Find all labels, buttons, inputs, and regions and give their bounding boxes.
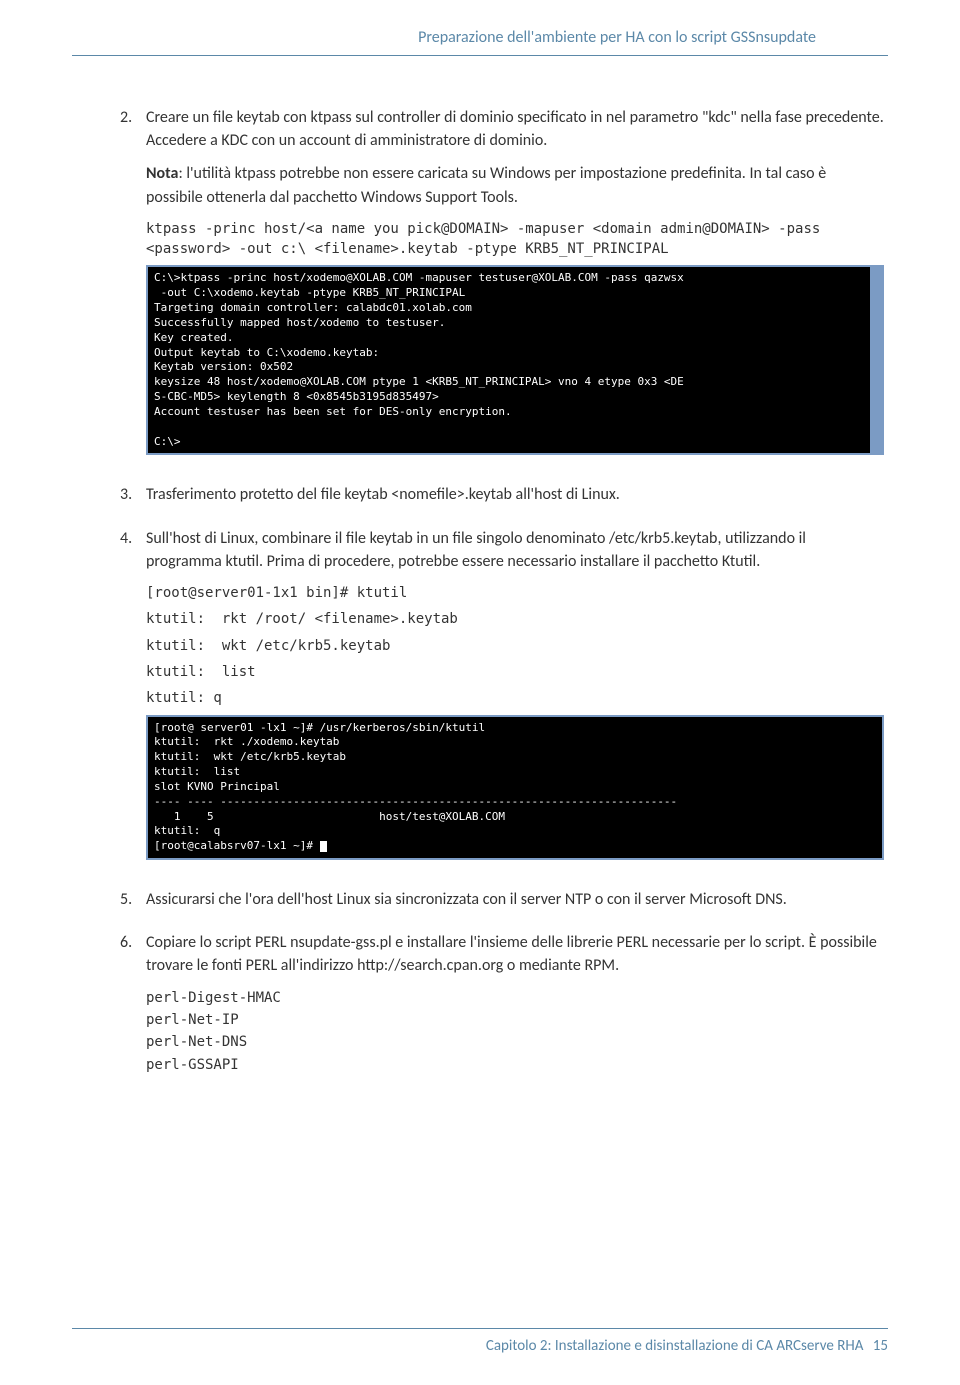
step-3-para-1: Trasferimento protetto del file keytab <… bbox=[146, 483, 884, 506]
step-6-code-1: perl-Digest-HMAC bbox=[146, 988, 884, 1008]
footer-chapter: Capitolo 2: Installazione e disinstallaz… bbox=[486, 1337, 864, 1355]
terminal-output-2: [root@ server01 -lx1 ~]# /usr/kerberos/s… bbox=[146, 715, 884, 861]
step-number: 5. bbox=[120, 888, 146, 921]
step-2-para-1: Creare un file keytab con ktpass sul con… bbox=[146, 106, 884, 152]
step-number: 6. bbox=[120, 931, 146, 1077]
step-number: 2. bbox=[120, 106, 146, 473]
page-content: 2. Creare un file keytab con ktpass sul … bbox=[0, 56, 960, 1077]
step-3: 3. Trasferimento protetto del file keyta… bbox=[120, 483, 884, 516]
page-footer: Capitolo 2: Installazione e disinstallaz… bbox=[72, 1328, 888, 1355]
note-text: : l'utilità ktpass potrebbe non essere c… bbox=[146, 164, 826, 206]
step-6-code-2: perl-Net-IP bbox=[146, 1010, 884, 1030]
footer-page-number: 15 bbox=[873, 1337, 888, 1355]
step-2-para-2: Nota: l'utilità ktpass potrebbe non esse… bbox=[146, 162, 884, 208]
step-body: Sull'host di Linux, combinare il file ke… bbox=[146, 527, 884, 878]
step-body: Copiare lo script PERL nsupdate-gss.pl e… bbox=[146, 931, 884, 1077]
step-4: 4. Sull'host di Linux, combinare il file… bbox=[120, 527, 884, 878]
step-4-code-2: ktutil: rkt /root/ <filename>.keytab bbox=[146, 609, 884, 629]
step-4-code-3: ktutil: wkt /etc/krb5.keytab bbox=[146, 636, 884, 656]
step-body: Trasferimento protetto del file keytab <… bbox=[146, 483, 884, 516]
page-header: Preparazione dell'ambiente per HA con lo… bbox=[72, 0, 888, 56]
step-6-code-3: perl-Net-DNS bbox=[146, 1032, 884, 1052]
step-4-code-4: ktutil: list bbox=[146, 662, 884, 682]
step-2: 2. Creare un file keytab con ktpass sul … bbox=[120, 106, 884, 473]
step-4-para-1: Sull'host di Linux, combinare il file ke… bbox=[146, 527, 884, 573]
step-body: Creare un file keytab con ktpass sul con… bbox=[146, 106, 884, 473]
step-4-code-5: ktutil: q bbox=[146, 688, 884, 708]
step-number: 3. bbox=[120, 483, 146, 516]
step-4-code-1: [root@server01-1x1 bin]# ktutil bbox=[146, 583, 884, 603]
cursor-icon bbox=[320, 841, 327, 852]
step-body: Assicurarsi che l'ora dell'host Linux si… bbox=[146, 888, 884, 921]
step-5-para-1: Assicurarsi che l'ora dell'host Linux si… bbox=[146, 888, 884, 911]
note-label: Nota bbox=[146, 164, 178, 183]
terminal-output-1: C:\>ktpass -princ host/xodemo@XOLAB.COM … bbox=[146, 265, 884, 455]
step-number: 4. bbox=[120, 527, 146, 878]
terminal-2-text: [root@ server01 -lx1 ~]# /usr/kerberos/s… bbox=[154, 721, 677, 853]
step-6: 6. Copiare lo script PERL nsupdate-gss.p… bbox=[120, 931, 884, 1077]
step-2-code: ktpass -princ host/<a name you pick@DOMA… bbox=[146, 219, 884, 260]
step-5: 5. Assicurarsi che l'ora dell'host Linux… bbox=[120, 888, 884, 921]
header-title: Preparazione dell'ambiente per HA con lo… bbox=[418, 28, 816, 47]
step-6-code-4: perl-GSSAPI bbox=[146, 1055, 884, 1075]
step-6-para-1: Copiare lo script PERL nsupdate-gss.pl e… bbox=[146, 931, 884, 977]
